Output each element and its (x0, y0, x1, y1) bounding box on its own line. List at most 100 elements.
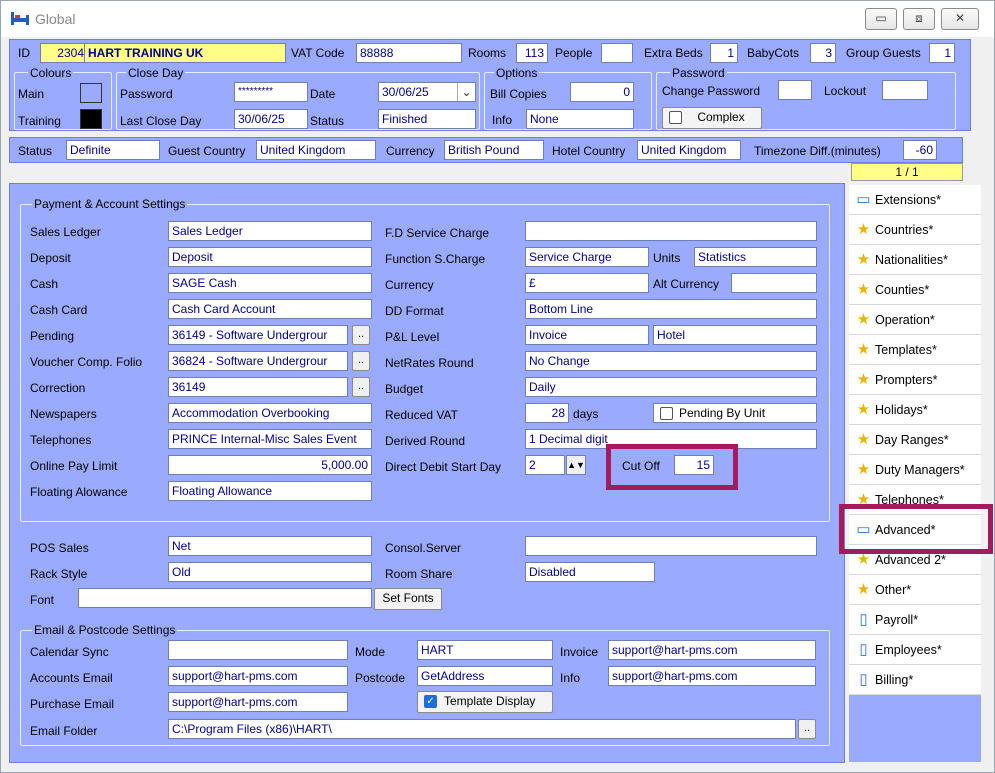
payment-row-field[interactable]: Floating Allowance (168, 481, 372, 501)
star-icon: ★ (856, 401, 871, 418)
close-button[interactable]: ✕ (941, 8, 979, 30)
timezone-field[interactable]: -60 (903, 140, 937, 160)
sidebar-item[interactable]: ★ Operation* (849, 305, 981, 335)
dd-start-day-field[interactable]: 2 (525, 455, 565, 475)
sidebar-item[interactable]: ★ Templates* (849, 335, 981, 365)
sidebar-item[interactable]: ▭ Extensions* (849, 185, 981, 215)
set-fonts-button[interactable]: Set Fonts (374, 588, 442, 610)
group-guests-field[interactable]: 1 (929, 43, 955, 63)
guest-country-field[interactable]: United Kingdom (256, 140, 376, 160)
dd-format-field[interactable]: Bottom Line (525, 299, 817, 319)
rooms-field[interactable]: 113 (516, 43, 548, 63)
info-email-field[interactable]: support@hart-pms.com (608, 666, 816, 686)
payment-row-field[interactable]: 36149 - Software Undergrour (168, 325, 348, 345)
sidebar-item[interactable]: ★ Other* (849, 575, 981, 605)
invoice-email-field[interactable]: support@hart-pms.com (608, 640, 816, 660)
hotel-country-field[interactable]: United Kingdom (637, 140, 741, 160)
units-field[interactable]: Statistics (694, 247, 817, 267)
id-label: ID (18, 46, 30, 60)
extra-beds-field[interactable]: 1 (710, 43, 738, 63)
payment-row-field[interactable]: PRINCE Internal-Misc Sales Event (168, 429, 372, 449)
sidebar-item[interactable]: ★ Day Ranges* (849, 425, 981, 455)
reduced-vat-field[interactable]: 28 (525, 403, 569, 423)
room-share-field[interactable]: Disabled (525, 562, 655, 582)
function-charge-field[interactable]: Service Charge (525, 247, 649, 267)
payment-row-field[interactable]: 36149 (168, 377, 348, 397)
status-strip-field[interactable]: Definite (66, 140, 160, 160)
checkmark-icon[interactable]: ✓ (424, 695, 437, 708)
pending-by-unit-checkbox[interactable] (660, 407, 673, 420)
info-field[interactable]: None (526, 109, 634, 129)
payment-row-field[interactable]: SAGE Cash (168, 273, 372, 293)
payment-row-field[interactable]: Cash Card Account (168, 299, 372, 319)
pl-level-field[interactable]: Invoice (525, 325, 649, 345)
lookup-button[interactable]: .. (352, 377, 370, 397)
chevron-down-icon[interactable]: ⌄ (457, 83, 475, 101)
sidebar-item[interactable]: ★ Countries* (849, 215, 981, 245)
currency-strip-field[interactable]: British Pound (444, 140, 544, 160)
payment-row-field[interactable]: Deposit (168, 247, 372, 267)
sidebar-item[interactable]: ★ Nationalities* (849, 245, 981, 275)
units-label: Units (653, 251, 681, 265)
sidebar-item[interactable]: ▯ Employees* (849, 635, 981, 665)
sidebar-item[interactable]: ★ Prompters* (849, 365, 981, 395)
rack-style-field[interactable]: Old (168, 562, 372, 582)
template-display-toggle[interactable]: ✓ Template Display (417, 691, 553, 713)
invoice-email-label: Invoice (560, 645, 599, 659)
vat-field[interactable]: 88888 (356, 43, 462, 63)
calendar-sync-field[interactable] (168, 640, 348, 660)
training-colour-swatch[interactable] (80, 109, 102, 129)
last-close-field[interactable]: 30/06/25 (234, 109, 308, 129)
hotel-name-field[interactable]: HART TRAINING UK (84, 43, 286, 63)
alt-currency-label: Alt Currency (653, 277, 720, 291)
payment-row-field[interactable]: Sales Ledger (168, 221, 372, 241)
font-field[interactable] (78, 588, 372, 608)
email-folder-browse-button[interactable]: .. (798, 719, 816, 739)
dd-start-spinner[interactable]: ▲▼ (566, 455, 586, 475)
netrates-round-field[interactable]: No Change (525, 351, 817, 371)
close-day-date-field[interactable]: 30/06/25 ⌄ (378, 82, 476, 102)
last-close-label: Last Close Day (120, 114, 202, 128)
sidebar-item[interactable]: ★ Holidays* (849, 395, 981, 425)
budget-field[interactable]: Daily (525, 377, 817, 397)
sidebar-item[interactable]: ★ Duty Managers* (849, 455, 981, 485)
lookup-button[interactable]: .. (352, 325, 370, 345)
sidebar-item[interactable]: ▯ Payroll* (849, 605, 981, 635)
complex-toggle[interactable]: Complex (662, 107, 762, 129)
purchase-email-field[interactable]: support@hart-pms.com (168, 692, 348, 712)
currency-field[interactable]: £ (525, 273, 649, 293)
close-day-status-field[interactable]: Finished (378, 109, 476, 129)
accounts-email-label: Accounts Email (30, 671, 113, 685)
accounts-email-field[interactable]: support@hart-pms.com (168, 666, 348, 686)
payment-row-field[interactable]: 36824 - Software Undergrour (168, 351, 348, 371)
change-password-field[interactable] (778, 80, 812, 100)
date-label: Date (310, 87, 336, 101)
sidebar-item[interactable]: ★ Counties* (849, 275, 981, 305)
email-folder-field[interactable]: C:\Program Files (x86)\HART\ (168, 719, 796, 739)
sidebar-item[interactable]: ▯ Billing* (849, 665, 981, 695)
complex-checkbox[interactable] (669, 111, 682, 124)
payment-row-field[interactable]: Accommodation Overbooking (168, 403, 372, 423)
currency-label: Currency (385, 278, 434, 292)
minimize-button[interactable]: ▭ (865, 8, 897, 30)
fd-service-field[interactable] (525, 221, 817, 241)
postcode-field[interactable]: GetAddress (417, 666, 553, 686)
pl-level-scope-field[interactable]: Hotel (653, 325, 817, 345)
payment-row-field[interactable]: 5,000.00 (168, 455, 372, 475)
people-field[interactable] (601, 43, 633, 63)
pending-by-unit-toggle[interactable]: Pending By Unit (653, 403, 817, 423)
pos-sales-field[interactable]: Net (168, 536, 372, 556)
alt-currency-field[interactable] (731, 273, 817, 293)
lookup-button[interactable]: .. (352, 351, 370, 371)
consol-server-field[interactable] (525, 536, 817, 556)
maximize-button[interactable]: ⧈ (903, 8, 935, 30)
cut-off-highlight (606, 444, 738, 490)
babycots-field[interactable]: 3 (810, 43, 836, 63)
bill-copies-field[interactable]: 0 (570, 82, 634, 102)
close-day-password-field[interactable]: ********* (234, 82, 308, 102)
group-guests-label: Group Guests (846, 46, 921, 60)
lockout-field[interactable] (882, 80, 928, 100)
mode-field[interactable]: HART (417, 640, 553, 660)
main-colour-swatch[interactable] (80, 83, 102, 103)
id-field[interactable]: 2304 (40, 43, 88, 63)
